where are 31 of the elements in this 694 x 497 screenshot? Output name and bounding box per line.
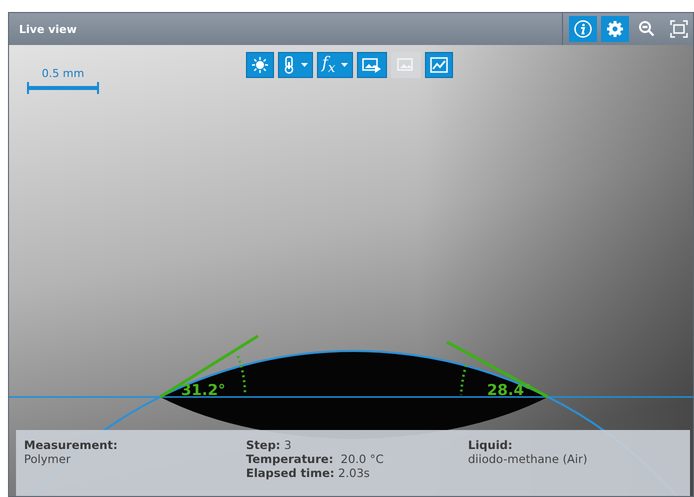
scale-label: 0.5 mm <box>42 67 84 80</box>
chart-icon <box>430 56 448 74</box>
thermometer-icon <box>283 56 295 74</box>
info-field: Step: 3 <box>246 438 468 452</box>
image-play-icon <box>362 56 382 74</box>
info-field: Temperature: 20.0 °C <box>246 452 468 466</box>
sun-icon <box>251 56 269 74</box>
info-value: Polymer <box>24 452 72 466</box>
info-field: Elapsed time: 2.03s <box>246 466 468 480</box>
light-button[interactable] <box>246 52 274 78</box>
fullscreen-icon <box>670 20 688 38</box>
settings-button[interactable] <box>601 16 629 42</box>
settings-icon <box>606 20 624 38</box>
function-button[interactable]: f$_{x}$ <box>317 52 354 78</box>
image-play-button[interactable] <box>357 52 388 78</box>
info-button[interactable] <box>569 16 597 42</box>
caret-icon <box>301 63 308 67</box>
info-icon <box>574 20 592 38</box>
info-label: Measurement: <box>24 438 119 452</box>
window-title: Live view <box>19 22 77 36</box>
info-label: Liquid: <box>468 438 514 452</box>
angle-label: 28.4° <box>487 381 532 399</box>
scale-bar <box>27 82 99 94</box>
chart-button[interactable] <box>425 52 454 78</box>
caret-icon <box>341 63 348 67</box>
info-value: diiodo-methane (Air) <box>468 452 588 466</box>
angle-label: 31.2° <box>181 381 226 399</box>
angle-arc <box>460 364 468 396</box>
function-label: f$_{x}$ <box>322 54 336 76</box>
zoom-out-icon <box>638 20 656 38</box>
thermometer-button[interactable] <box>278 52 313 78</box>
